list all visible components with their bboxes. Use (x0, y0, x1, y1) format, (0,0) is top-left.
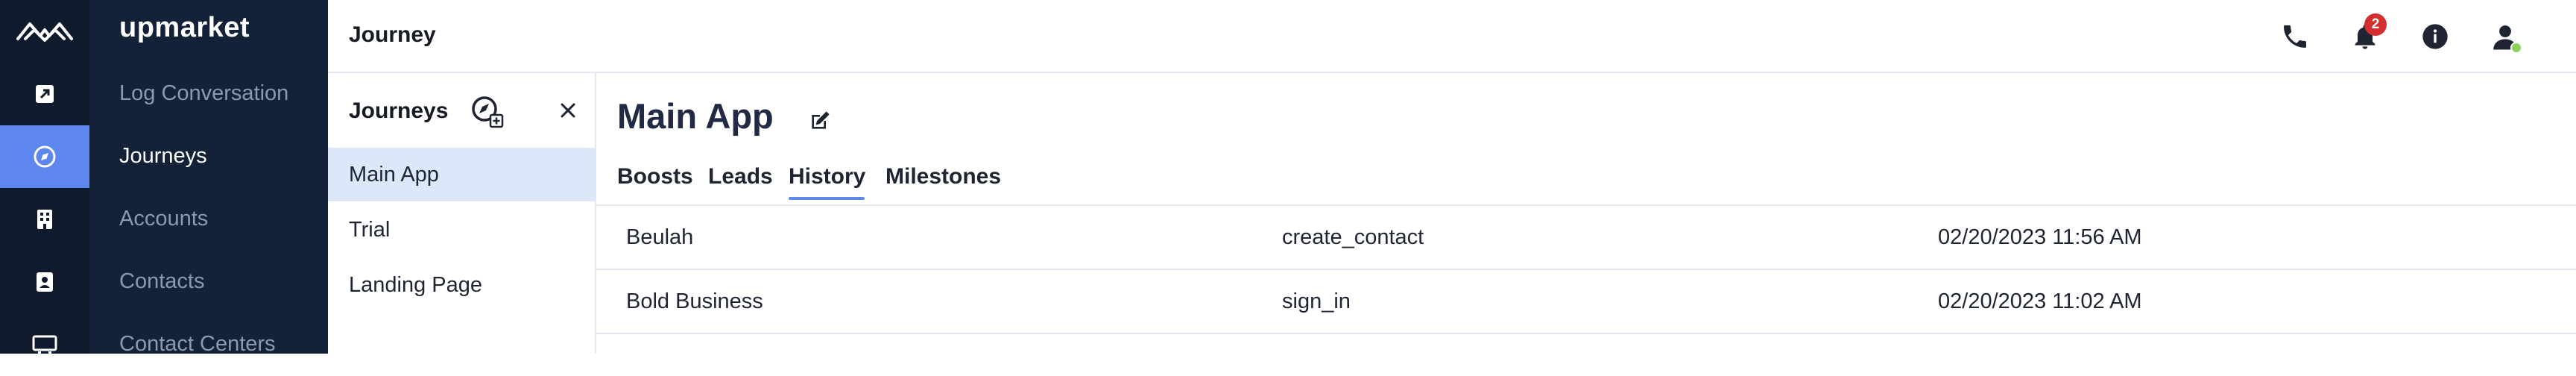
online-status-dot (2510, 42, 2522, 54)
table-row[interactable]: Beulah create_contact 02/20/2023 11:56 A… (596, 206, 2576, 270)
top-header: Journey 2 (328, 0, 2576, 73)
close-panel-button[interactable] (552, 94, 584, 127)
tab-history[interactable]: History (789, 164, 865, 189)
compass-add-icon (472, 96, 504, 128)
log-conversation-icon (36, 85, 54, 103)
brand-name[interactable]: upmarket (119, 12, 250, 44)
main-content: Main App Boosts Leads History Milestones… (596, 73, 2576, 354)
monitor-icon (32, 335, 57, 355)
sidebar-item-journeys[interactable]: Journeys (119, 144, 207, 169)
history-name-cell: Beulah (626, 225, 694, 249)
history-name-cell: Bold Business (626, 289, 763, 313)
notification-count-badge: 2 (2364, 13, 2387, 36)
notifications-button[interactable]: 2 (2346, 13, 2387, 55)
edit-title-button[interactable] (805, 106, 835, 136)
journeys-panel-title: Journeys (349, 98, 449, 123)
icon-rail (0, 0, 89, 355)
contact-book-icon (37, 272, 53, 292)
journeys-panel: Journeys Main App Trial Landing Page (328, 73, 596, 354)
close-icon (561, 103, 575, 118)
journey-item-main-app[interactable]: Main App (328, 148, 595, 201)
upmarket-logo-icon[interactable] (0, 0, 89, 63)
rail-journeys[interactable] (0, 125, 89, 188)
history-event-cell: sign_in (1282, 289, 1351, 313)
tab-milestones[interactable]: Milestones (886, 164, 1001, 189)
journey-item-landing-page[interactable]: Landing Page (328, 258, 595, 312)
user-menu-button[interactable] (2487, 18, 2524, 55)
rail-contact-centers[interactable] (0, 313, 89, 376)
page-title: Main App (617, 96, 774, 136)
rail-log-conversation[interactable] (0, 63, 89, 125)
table-row[interactable]: Bold Business sign_in 02/20/2023 11:02 A… (596, 270, 2576, 334)
sidebar-labels: upmarket Log Conversation Journeys Accou… (89, 0, 328, 357)
sidebar-item-contact-centers[interactable]: Contact Centers (119, 332, 276, 357)
sidebar-item-contacts[interactable]: Contacts (119, 269, 204, 294)
history-event-cell: create_contact (1282, 225, 1424, 249)
history-timestamp-cell: 02/20/2023 11:56 AM (1938, 225, 2142, 249)
info-icon (2422, 24, 2448, 49)
phone-icon (2284, 25, 2306, 48)
active-tab-indicator (789, 197, 865, 200)
sidebar-item-accounts[interactable]: Accounts (119, 207, 208, 231)
rail-contacts[interactable] (0, 251, 89, 313)
phone-button[interactable] (2276, 18, 2314, 55)
edit-icon (812, 111, 830, 129)
tab-leads[interactable]: Leads (708, 164, 773, 189)
building-icon (37, 210, 52, 229)
sidebar-item-log-conversation[interactable]: Log Conversation (119, 81, 288, 106)
new-journey-button[interactable] (467, 91, 508, 133)
compass-icon (34, 145, 56, 168)
rail-accounts[interactable] (0, 188, 89, 251)
tab-boosts[interactable]: Boosts (617, 164, 693, 189)
info-button[interactable] (2416, 18, 2454, 55)
header-title: Journey (349, 22, 436, 47)
history-timestamp-cell: 02/20/2023 11:02 AM (1938, 289, 2142, 313)
journey-item-trial[interactable]: Trial (328, 203, 595, 257)
